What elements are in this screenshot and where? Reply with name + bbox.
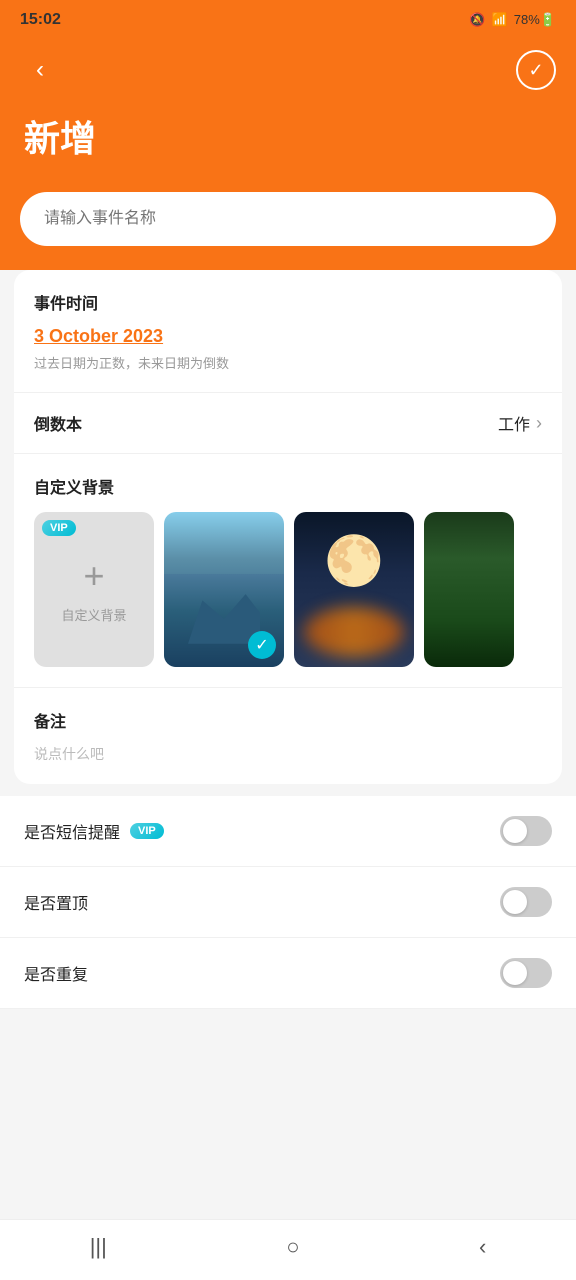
- notebook-label: 倒数本: [34, 411, 82, 435]
- repeat-toggle-label: 是否重复: [24, 961, 88, 985]
- bg-moon-image[interactable]: [294, 512, 414, 667]
- pin-toggle-left: 是否置顶: [24, 890, 88, 914]
- page-title: 新增: [24, 110, 552, 162]
- mute-icon: 🔕: [469, 12, 485, 28]
- repeat-toggle-knob: [503, 961, 527, 985]
- repeat-toggle-row: 是否重复: [0, 938, 576, 1009]
- plus-icon: +: [83, 555, 104, 597]
- sms-toggle-knob: [503, 819, 527, 843]
- status-icons: 🔕 📶 78%🔋: [469, 12, 556, 28]
- repeat-toggle-switch[interactable]: [500, 958, 552, 988]
- background-section: 自定义背景 + 自定义背景 VIP ✓: [14, 453, 562, 687]
- pin-toggle-knob: [503, 890, 527, 914]
- bg-forest-image[interactable]: [424, 512, 514, 667]
- status-bar: 15:02 🔕 📶 78%🔋: [0, 0, 576, 40]
- bg-ocean-image[interactable]: ✓: [164, 512, 284, 667]
- notebook-value[interactable]: 工作 ›: [498, 411, 542, 435]
- event-name-input[interactable]: [20, 192, 556, 246]
- custom-bg-label: 自定义背景: [61, 605, 126, 624]
- notes-section: 备注 说点什么吧: [14, 687, 562, 784]
- background-images: + 自定义背景 VIP ✓: [34, 512, 542, 667]
- notes-placeholder[interactable]: 说点什么吧: [34, 744, 542, 764]
- event-date-hint: 过去日期为正数，未来日期为倒数: [34, 353, 542, 372]
- main-content: 事件时间 3 October 2023 过去日期为正数，未来日期为倒数 倒数本 …: [0, 270, 576, 1089]
- event-name-section: [0, 192, 576, 270]
- bottom-nav: ||| ○ ‹: [0, 1219, 576, 1280]
- sms-toggle-row: 是否短信提醒 VIP: [0, 796, 576, 867]
- chevron-right-icon: ›: [536, 413, 542, 434]
- back-icon: ‹: [36, 56, 44, 84]
- pin-toggle-row: 是否置顶: [0, 867, 576, 938]
- sms-toggle-left: 是否短信提醒 VIP: [24, 819, 164, 843]
- confirm-button[interactable]: ✓: [516, 50, 556, 90]
- selected-check-icon: ✓: [248, 631, 276, 659]
- confirm-icon: ✓: [528, 60, 543, 81]
- nav-menu-icon[interactable]: |||: [90, 1234, 107, 1260]
- nav-home-icon[interactable]: ○: [286, 1234, 299, 1260]
- nav-back-icon[interactable]: ‹: [479, 1234, 486, 1260]
- header: ‹ ✓: [0, 40, 576, 100]
- page-title-area: 新增: [0, 100, 576, 192]
- bg-moon-tile[interactable]: [294, 512, 414, 667]
- notebook-value-text: 工作: [498, 411, 530, 435]
- pin-toggle-label: 是否置顶: [24, 890, 88, 914]
- repeat-toggle-left: 是否重复: [24, 961, 88, 985]
- event-time-section: 事件时间 3 October 2023 过去日期为正数，未来日期为倒数: [14, 270, 562, 392]
- background-label: 自定义背景: [34, 474, 542, 498]
- notes-label: 备注: [34, 708, 542, 732]
- sms-toggle-switch[interactable]: [500, 816, 552, 846]
- notebook-row[interactable]: 倒数本 工作 ›: [14, 392, 562, 453]
- bg-forest-tile[interactable]: [424, 512, 514, 667]
- event-time-label: 事件时间: [34, 290, 542, 314]
- pin-toggle-switch[interactable]: [500, 887, 552, 917]
- bg-ocean-tile[interactable]: ✓: [164, 512, 284, 667]
- vip-badge-custom: VIP: [42, 520, 76, 536]
- event-time-card: 事件时间 3 October 2023 过去日期为正数，未来日期为倒数 倒数本 …: [14, 270, 562, 784]
- status-time: 15:02: [20, 11, 61, 29]
- moon-bg: [294, 512, 414, 667]
- back-button[interactable]: ‹: [20, 50, 60, 90]
- sms-toggle-label: 是否短信提醒: [24, 819, 120, 843]
- sms-vip-badge: VIP: [130, 823, 164, 839]
- custom-bg-tile[interactable]: + 自定义背景 VIP: [34, 512, 154, 667]
- wifi-icon: 📶: [492, 12, 508, 28]
- event-date[interactable]: 3 October 2023: [34, 326, 542, 347]
- forest-bg: [424, 512, 514, 667]
- battery-label: 78%🔋: [514, 12, 556, 28]
